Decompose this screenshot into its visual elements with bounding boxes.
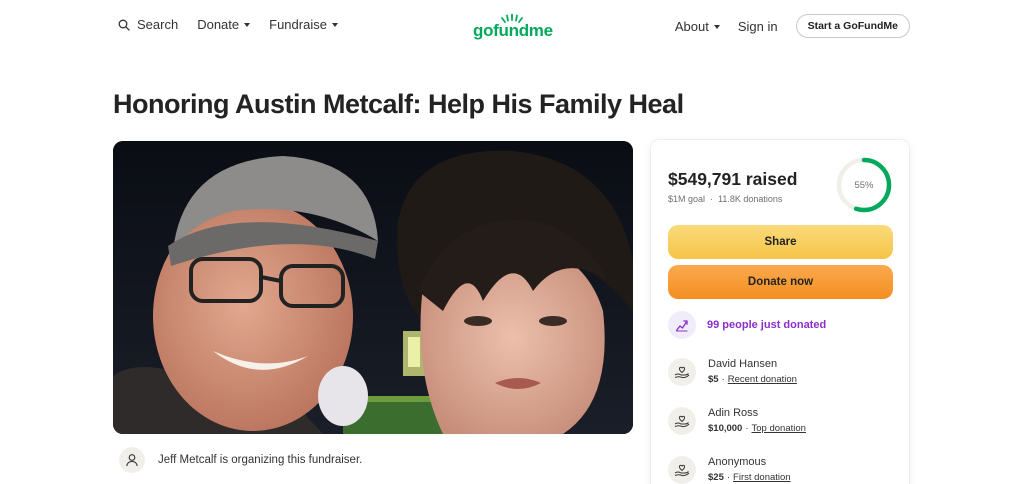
donate-now-button[interactable]: Donate now [668, 265, 893, 299]
sign-in-label: Sign in [737, 18, 778, 34]
goal-amount: $1M goal [668, 194, 706, 204]
search-icon [118, 19, 130, 31]
separator-dot: · [745, 423, 749, 434]
trending-icon [668, 311, 696, 339]
organizer-row: Jeff Metcalf is organizing this fundrais… [119, 447, 362, 473]
donate-menu[interactable]: Donate [197, 17, 251, 32]
donor-info: Anonymous $25 · First donation [708, 455, 791, 483]
donor-meta: $25 · First donation [708, 472, 791, 483]
chevron-down-icon [713, 24, 720, 29]
about-menu-label: About [674, 18, 709, 34]
separator-dot: · [721, 374, 725, 385]
donor-info: David Hansen $5 · Recent donation [708, 357, 797, 385]
page-title: Honoring Austin Metcalf: Help His Family… [113, 89, 684, 119]
separator-dot: · [710, 194, 714, 204]
logo-text: gofundme [473, 21, 553, 40]
donor-tag-link[interactable]: Recent donation [728, 374, 797, 385]
donate-menu-label: Donate [197, 17, 240, 32]
fundraiser-photo[interactable] [113, 141, 633, 434]
photo-illustration [113, 141, 633, 434]
start-gofundme-button[interactable]: Start a GoFundMe [795, 14, 910, 38]
donor-name: David Hansen [708, 358, 778, 370]
donor-amount: $10,000 [708, 423, 743, 434]
donor-info: Adin Ross $10,000 · Top donation [708, 406, 806, 434]
donation-hands-icon [668, 407, 696, 435]
donation-card: $549,791 raised $1M goal · 11.8K donations… [651, 140, 909, 484]
goal-line: $1M goal · 11.8K donations [668, 194, 782, 204]
search-label: Search [137, 17, 179, 32]
donor-meta: $10,000 · Top donation [708, 423, 806, 434]
donation-hands-icon [668, 358, 696, 386]
about-menu[interactable]: About [675, 19, 720, 34]
user-icon [119, 447, 145, 473]
donation-hands-icon [668, 456, 696, 484]
donor-meta: $5 · Recent donation [708, 374, 797, 385]
organizer-text: Jeff Metcalf is organizing this fundrais… [158, 454, 363, 466]
recent-activity-text: 99 people just donated [707, 319, 827, 331]
separator-dot: · [726, 472, 731, 483]
site-header: Search Donate Fundraise gofundme About S… [0, 0, 1024, 52]
donation-count: 11.8K donations [718, 194, 783, 204]
chevron-down-icon [331, 23, 338, 27]
nav-left: Search Donate Fundraise [118, 17, 357, 32]
fundraise-menu[interactable]: Fundraise [269, 17, 338, 32]
donor-item: Adin Ross $10,000 · Top donation [668, 406, 806, 435]
amount-raised: $549,791 raised [668, 169, 798, 189]
gofundme-logo[interactable]: gofundme [473, 13, 553, 40]
donor-item: Anonymous $25 · First donation [668, 455, 791, 484]
donor-name: Anonymous [708, 456, 767, 468]
sign-in-link[interactable]: Sign in [738, 19, 778, 34]
nav-right: About Sign in Start a GoFundMe [675, 14, 910, 38]
search-button[interactable]: Search [118, 17, 178, 32]
recent-activity[interactable]: 99 people just donated [668, 311, 826, 339]
chevron-down-icon [244, 23, 251, 27]
progress-label: 55% [854, 179, 874, 191]
donor-tag-link[interactable]: Top donation [752, 423, 806, 434]
donor-item: David Hansen $5 · Recent donation [668, 357, 797, 386]
share-button[interactable]: Share [668, 225, 893, 259]
donor-amount: $25 [708, 472, 724, 483]
donor-tag-link[interactable]: First donation [733, 472, 791, 483]
donor-name: Adin Ross [708, 407, 759, 419]
donor-amount: $5 [708, 374, 719, 385]
fundraise-menu-label: Fundraise [269, 17, 327, 32]
